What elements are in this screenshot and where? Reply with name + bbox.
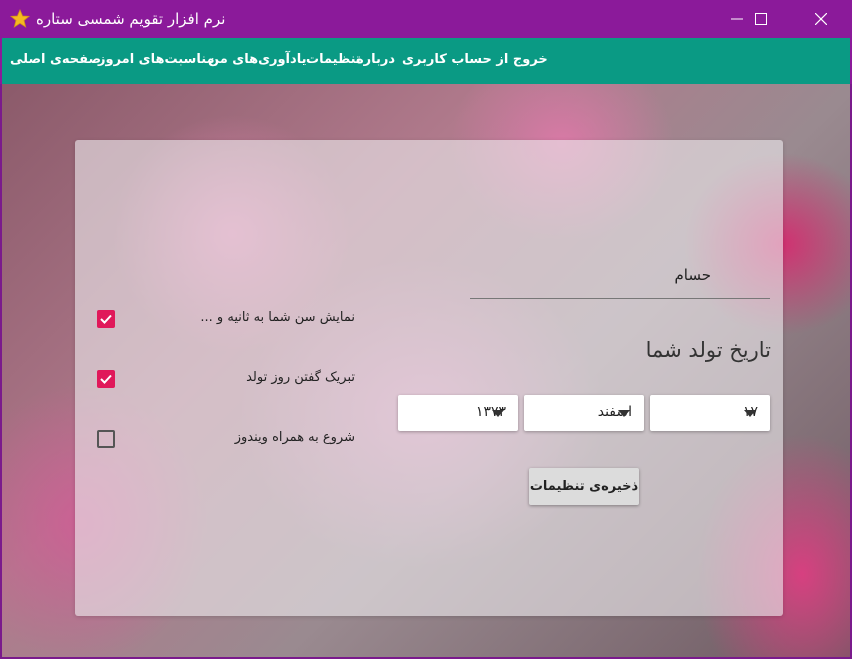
checkmark-icon bbox=[100, 374, 112, 384]
name-field[interactable]: حسام bbox=[471, 266, 711, 284]
birthday-greeting-checkbox[interactable] bbox=[97, 370, 115, 388]
menu-bar: خروج از حساب کاربری درباره تنظیمات یادآو… bbox=[0, 38, 852, 84]
checkmark-icon bbox=[100, 314, 112, 324]
settings-card: حسام تاریخ تولد شما ۱۷ اسفند ۱۳۷۳ ذخیره‌… bbox=[75, 140, 783, 616]
birth-day-select[interactable]: ۱۷ bbox=[650, 395, 770, 431]
star-icon bbox=[10, 9, 30, 28]
birth-date-heading: تاریخ تولد شما bbox=[645, 338, 771, 362]
maximize-button[interactable] bbox=[738, 0, 784, 38]
content-area: حسام تاریخ تولد شما ۱۷ اسفند ۱۳۷۳ ذخیره‌… bbox=[2, 84, 850, 657]
menu-item-logout[interactable]: خروج از حساب کاربری bbox=[402, 52, 548, 67]
menu-item-home[interactable]: صفحه‌ی اصلی bbox=[10, 52, 101, 67]
show-age-checkbox[interactable] bbox=[97, 310, 115, 328]
chevron-down-icon bbox=[492, 410, 504, 417]
option-label-show-age: نمایش سن شما به ثانیه و ... bbox=[200, 310, 355, 325]
chevron-down-icon bbox=[744, 410, 756, 417]
save-settings-button[interactable]: ذخیره‌ی تنظیمات bbox=[529, 468, 639, 505]
birth-year-select[interactable]: ۱۳۷۳ bbox=[398, 395, 518, 431]
option-label-start-with-windows: شروع به همراه ویندوز bbox=[234, 430, 355, 445]
close-icon bbox=[815, 13, 827, 25]
chevron-down-icon bbox=[618, 410, 630, 417]
menu-item-settings[interactable]: تنظیمات bbox=[306, 52, 361, 67]
menu-item-reminders[interactable]: یادآوری‌های من bbox=[208, 52, 306, 67]
maximize-icon bbox=[755, 13, 767, 25]
close-button[interactable] bbox=[798, 0, 844, 38]
option-label-birthday-greeting: تبریک گفتن روز تولد bbox=[246, 370, 355, 385]
window-title: نرم افزار تقویم شمسی ستاره bbox=[36, 10, 226, 28]
menu-item-today-events[interactable]: مناسبت‌های امروز bbox=[98, 52, 215, 67]
name-field-underline bbox=[470, 298, 770, 299]
title-bar: نرم افزار تقویم شمسی ستاره bbox=[0, 0, 852, 38]
menu-item-about[interactable]: درباره bbox=[356, 52, 395, 67]
birth-month-select[interactable]: اسفند bbox=[524, 395, 644, 431]
start-with-windows-checkbox[interactable] bbox=[97, 430, 115, 448]
